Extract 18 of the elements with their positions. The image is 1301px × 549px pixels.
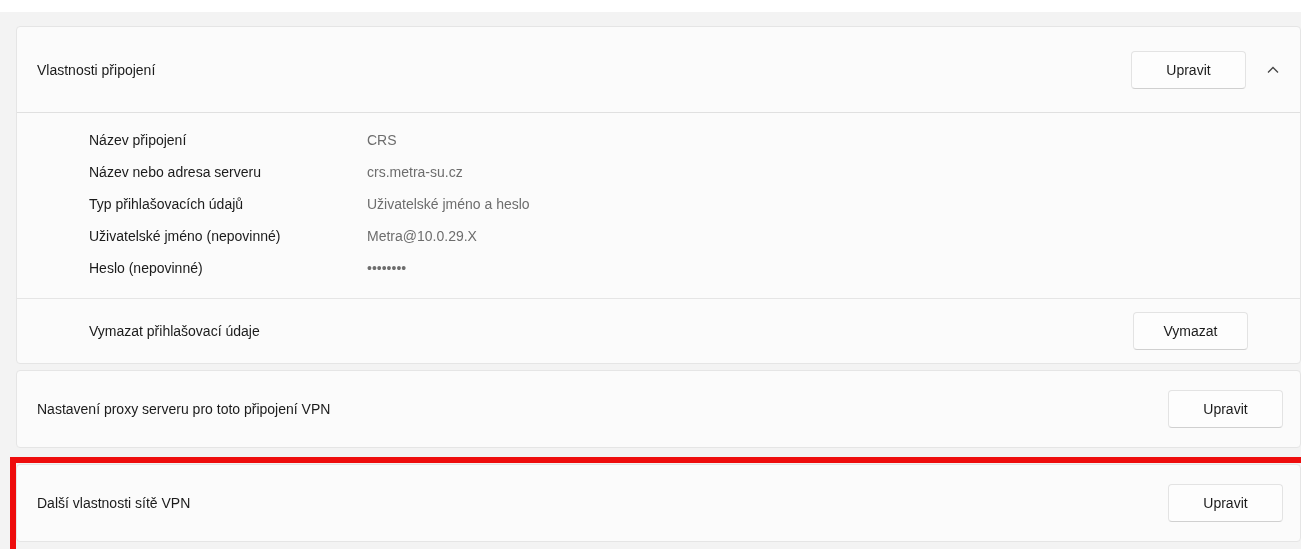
setting-label: Další vlastnosti sítě VPN [37,495,192,511]
section-title: Vlastnosti připojení [37,61,157,78]
field-value: Uživatelské jméno a heslo [367,195,531,214]
field-value: •••••••• [367,259,408,278]
edit-button[interactable]: Upravit [1168,484,1283,522]
setting-label: Nastavení proxy serveru pro toto připojení VPN [37,401,332,417]
field-value: CRS [367,131,398,150]
field-value: crs.metra-su.cz [367,163,464,182]
field-label: Název nebo adresa serveru [89,163,262,182]
edit-button[interactable]: Upravit [1168,390,1283,428]
clear-label: Vymazat přihlašovací údaje [89,323,261,339]
clear-button[interactable]: Vymazat [1133,312,1248,350]
field-label: Uživatelské jméno (nepovinné) [89,227,282,246]
field-value: Metra@10.0.29.X [367,227,478,246]
edit-button[interactable]: Upravit [1131,50,1246,89]
field-label: Heslo (nepovinné) [89,259,204,278]
field-label: Typ přihlašovacích údajů [89,195,245,214]
field-label: Název připojení [89,131,188,150]
